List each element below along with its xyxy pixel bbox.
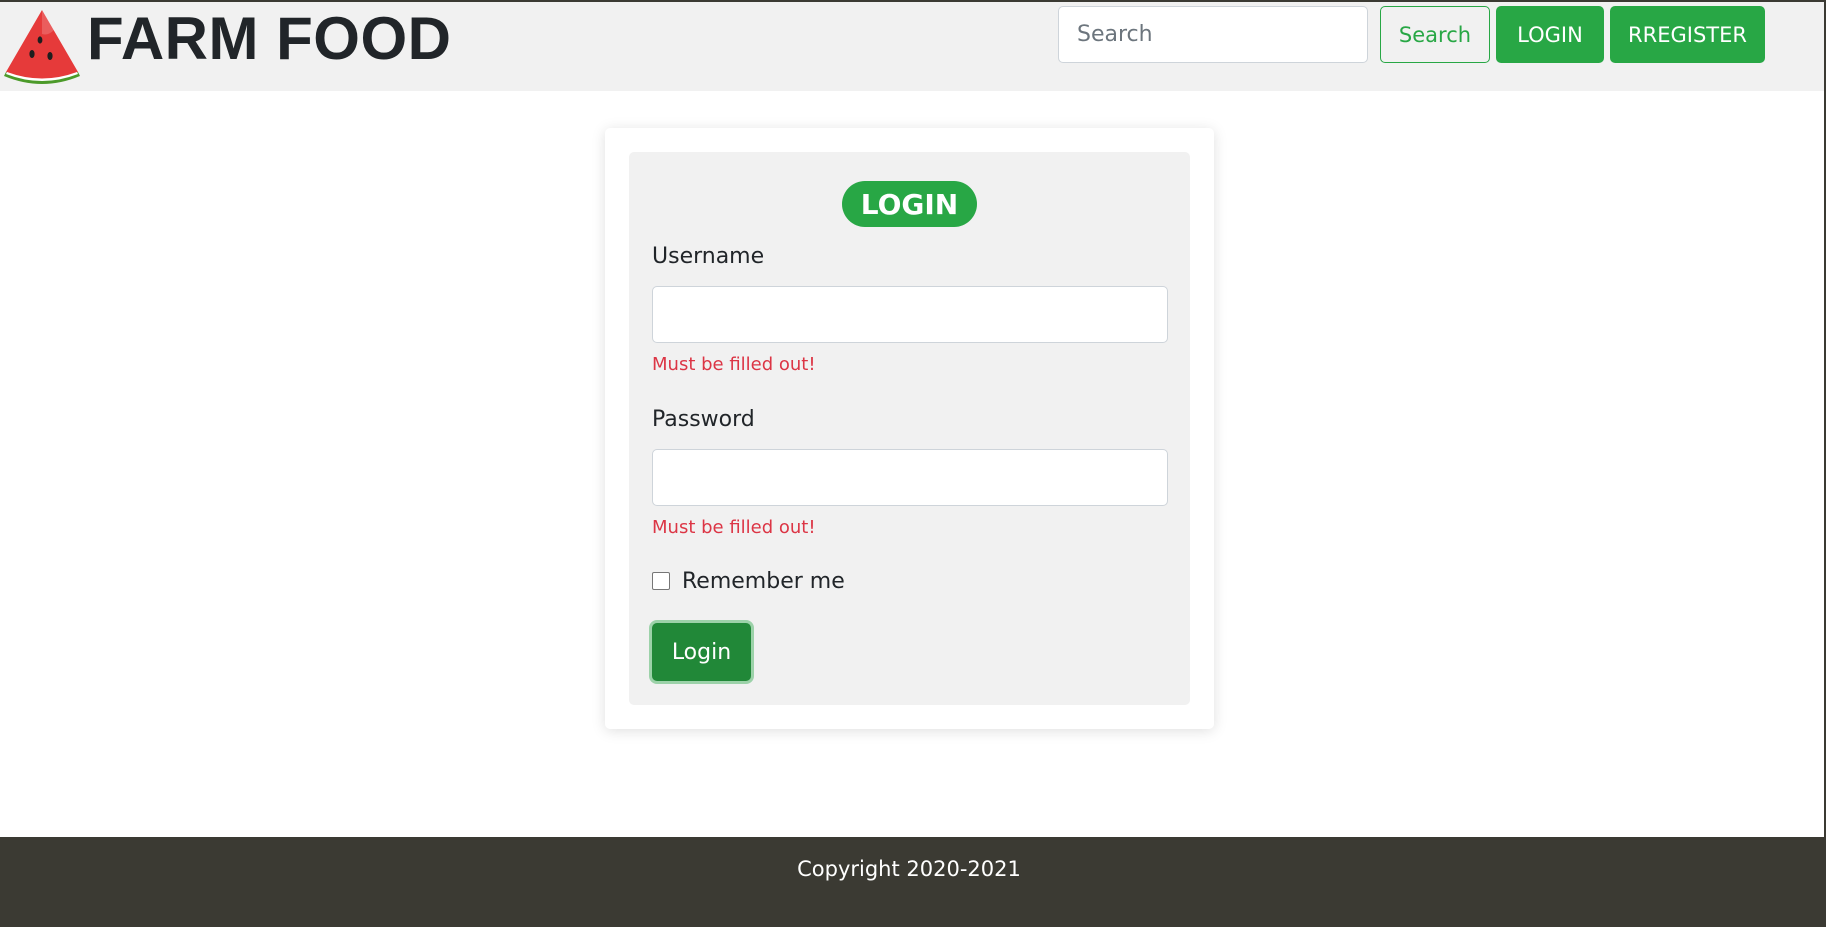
login-heading-badge: LOGIN (842, 181, 977, 227)
username-error-message: Must be filled out! (652, 354, 816, 375)
password-label: Password (652, 407, 755, 432)
remember-me-label[interactable]: Remember me (682, 569, 845, 594)
login-submit-button[interactable]: Login (652, 623, 751, 681)
remember-me-checkbox[interactable] (652, 572, 670, 590)
login-form: LOGIN Username Must be filled out! Passw… (629, 152, 1190, 705)
login-card: LOGIN Username Must be filled out! Passw… (605, 128, 1214, 729)
header-bar: FARM FOOD Search LOGIN RREGISTER (0, 0, 1824, 91)
brand-title: FARM FOOD (87, 5, 452, 72)
search-input[interactable] (1058, 6, 1368, 63)
nav-register-button[interactable]: RREGISTER (1610, 6, 1765, 63)
footer: Copyright 2020-2021 (0, 837, 1824, 927)
username-field[interactable] (652, 286, 1168, 343)
content-area: FARM FOOD Search LOGIN RREGISTER LOGIN U… (0, 0, 1824, 927)
password-field[interactable] (652, 449, 1168, 506)
watermelon-slice-icon[interactable] (2, 6, 82, 86)
page: FARM FOOD Search LOGIN RREGISTER LOGIN U… (0, 0, 1826, 927)
nav-login-button[interactable]: LOGIN (1496, 6, 1604, 63)
copyright-text: Copyright 2020-2021 (797, 857, 1021, 881)
search-button[interactable]: Search (1380, 6, 1490, 63)
password-error-message: Must be filled out! (652, 517, 816, 538)
username-label: Username (652, 244, 765, 269)
